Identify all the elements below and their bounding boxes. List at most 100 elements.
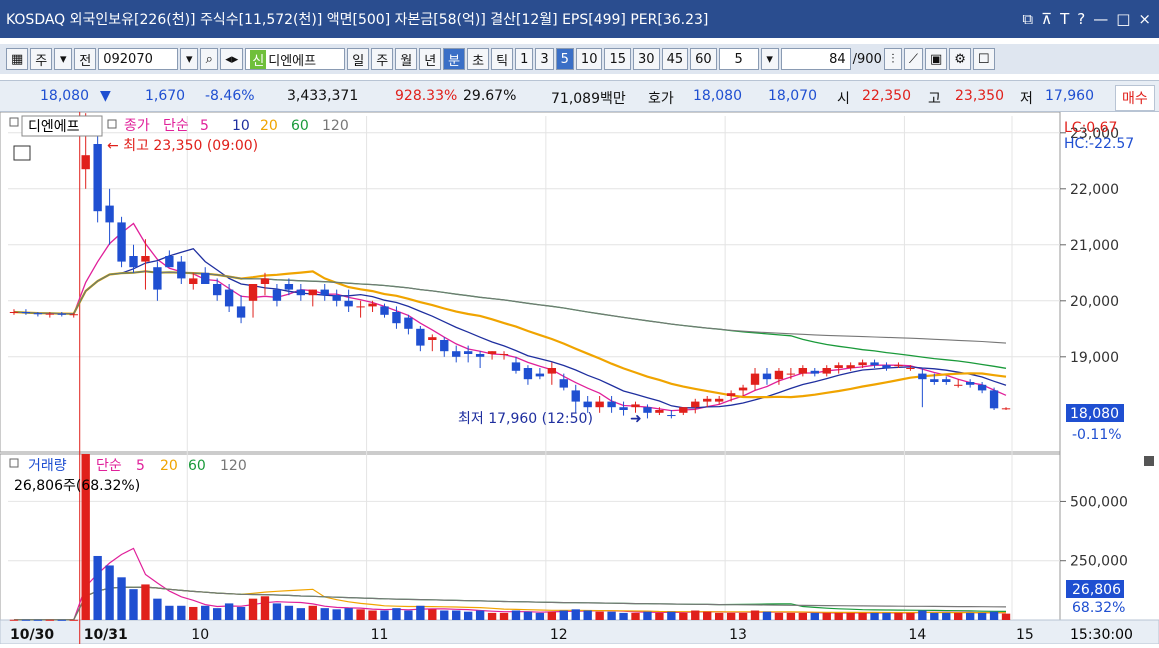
candle-body (523, 368, 533, 380)
market-type-select[interactable]: 주 (30, 48, 53, 70)
prefix-button[interactable]: 전 (74, 48, 97, 70)
price-tick-label: 19,000 (1070, 350, 1119, 366)
interval-1[interactable]: 1 (515, 48, 534, 70)
chart-area[interactable]: 23,000 22,000 21,000 20,000 19,000 500,000 250… (0, 111, 1159, 645)
candle-icon[interactable]: ⫶ (883, 48, 902, 70)
speaker-icon[interactable]: ◂▸ (220, 48, 244, 70)
candle-body (858, 362, 867, 366)
interval-5[interactable]: 5 (555, 48, 574, 70)
candle-body (105, 205, 114, 223)
turnover: 29.67% (463, 88, 517, 104)
price-tick-label: 21,000 (1070, 238, 1119, 254)
candle-body (906, 368, 915, 369)
candle-body (344, 300, 353, 307)
tab-month[interactable]: 월 (395, 48, 418, 70)
volume-bar (320, 608, 329, 620)
candle-body (930, 379, 939, 382)
count-input[interactable]: 84 (780, 48, 851, 70)
tab-week[interactable]: 주 (371, 48, 394, 70)
candle-body (619, 407, 628, 410)
candle-body (21, 312, 31, 314)
tab-year[interactable]: 년 (419, 48, 442, 70)
volume-bar (284, 605, 294, 620)
last-price: 18,080 (1070, 406, 1119, 422)
volume-bar (45, 619, 55, 621)
interval-45[interactable]: 45 (661, 48, 689, 70)
volume-bar (798, 612, 808, 620)
candle-body (272, 289, 282, 301)
last-volume-rate: 68.32% (1072, 600, 1125, 616)
volume-bar (870, 612, 879, 620)
line-tool-icon[interactable]: ⟋ (903, 48, 923, 70)
candle-body (332, 295, 341, 301)
volume-bar (296, 608, 306, 620)
layout-icon[interactable]: ▦ (6, 48, 29, 70)
candle-body (511, 362, 521, 371)
candle-body (392, 312, 401, 324)
volume-bar (930, 612, 939, 620)
minimize-icon[interactable]: — (1093, 10, 1108, 28)
volume-bar (607, 611, 616, 620)
volume-bar (224, 603, 234, 620)
candle-body (547, 368, 557, 374)
search-icon[interactable]: ⌕ (200, 48, 219, 70)
hc-value: HC:-22.57 (1064, 136, 1134, 152)
volume-bar (977, 612, 987, 620)
candle-body (81, 155, 90, 170)
volume-bar (714, 612, 724, 620)
candle-body (810, 370, 819, 374)
chevron-down-icon[interactable]: ▾ (760, 48, 779, 70)
date-tick-label: 10/30 (10, 627, 54, 643)
volume-bar (440, 610, 449, 620)
interval-60[interactable]: 60 (690, 48, 717, 70)
help-icon[interactable]: ? (1077, 10, 1085, 28)
candle-body (942, 379, 951, 382)
volume-bar (105, 565, 114, 620)
volume-bar (547, 611, 557, 620)
save-icon[interactable]: ▣ (924, 48, 948, 70)
candle-body (308, 289, 317, 296)
candle-body (750, 373, 760, 385)
pin-icon[interactable]: ⊼ (1041, 10, 1052, 28)
maximize-icon[interactable]: □ (1116, 10, 1130, 28)
volume-bar (236, 606, 246, 620)
stock-code-input[interactable]: 092070 (98, 48, 179, 70)
volume-ma5: 5 (136, 458, 145, 474)
link-icon[interactable]: ⧉ (1022, 10, 1033, 28)
tab-second[interactable]: 초 (467, 48, 490, 70)
buy-button[interactable]: 매수 (1115, 85, 1155, 111)
tab-minute[interactable]: 분 (443, 48, 466, 70)
volume-bar (762, 611, 772, 620)
volume-bar (487, 612, 497, 620)
chevron-down-icon[interactable]: ▾ (54, 48, 73, 70)
volume-bar (882, 612, 891, 620)
candle-body (428, 337, 437, 340)
interval-15[interactable]: 15 (604, 48, 632, 70)
interval-input[interactable]: 5 (718, 48, 759, 70)
gear-icon[interactable]: ⚙ (949, 48, 971, 70)
volume-bar (21, 619, 31, 621)
interval-3[interactable]: 3 (535, 48, 554, 70)
chevron-down-icon[interactable]: ▾ (180, 48, 199, 70)
font-icon[interactable]: T (1060, 10, 1069, 28)
tab-tick[interactable]: 틱 (491, 48, 514, 70)
volume-bar (583, 610, 592, 620)
volume-bar (810, 612, 819, 620)
checkbox[interactable]: ☐ (972, 48, 995, 70)
tab-day[interactable]: 일 (347, 48, 370, 70)
window-titlebar: KOSDAQ 외국인보유[226(천)] 주식수[11,572(천)] 액면[5… (0, 0, 1159, 38)
interval-30[interactable]: 30 (633, 48, 660, 70)
expand-icon[interactable] (1144, 456, 1154, 466)
stock-name-field[interactable]: 신 디엔에프 (245, 48, 346, 70)
close-icon[interactable]: × (1138, 10, 1151, 28)
low-label: 저 (1020, 91, 1033, 107)
volume-bar (750, 610, 760, 620)
candle-body (117, 222, 126, 262)
interval-10[interactable]: 10 (575, 48, 603, 70)
candle-body (141, 256, 150, 262)
table-icon[interactable] (13, 145, 31, 161)
volume-bar (523, 611, 533, 620)
stock-chart[interactable]: 23,00022,00021,00020,00019,000500,000250… (0, 111, 1159, 645)
last-volume: 26,806 (1072, 582, 1121, 598)
volume-bar (858, 612, 867, 620)
